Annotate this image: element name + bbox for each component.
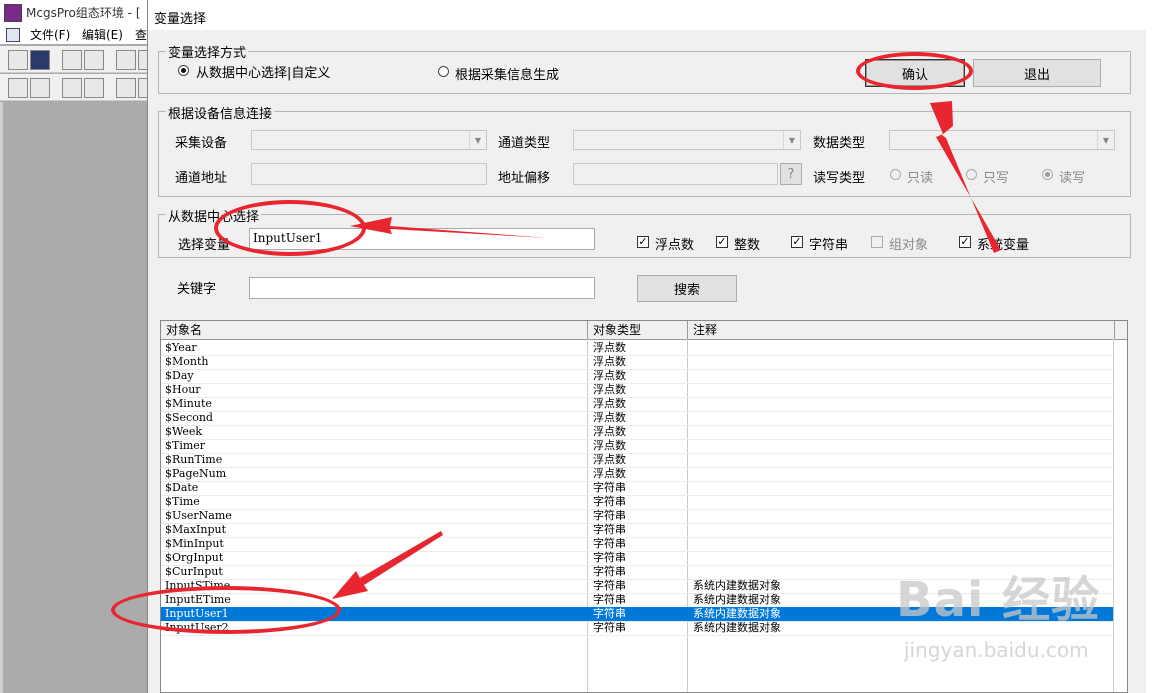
watermark-url: jingyan.baidu.com (904, 638, 1089, 662)
baidu-watermark: Bai 经验 jingyan.baidu.com (896, 560, 1146, 670)
arrow-to-select-var (350, 217, 548, 238)
arrow-to-selected-row (332, 531, 443, 599)
watermark-logo: Bai 经验 (896, 572, 1101, 628)
arrow-to-confirm (930, 101, 1001, 253)
